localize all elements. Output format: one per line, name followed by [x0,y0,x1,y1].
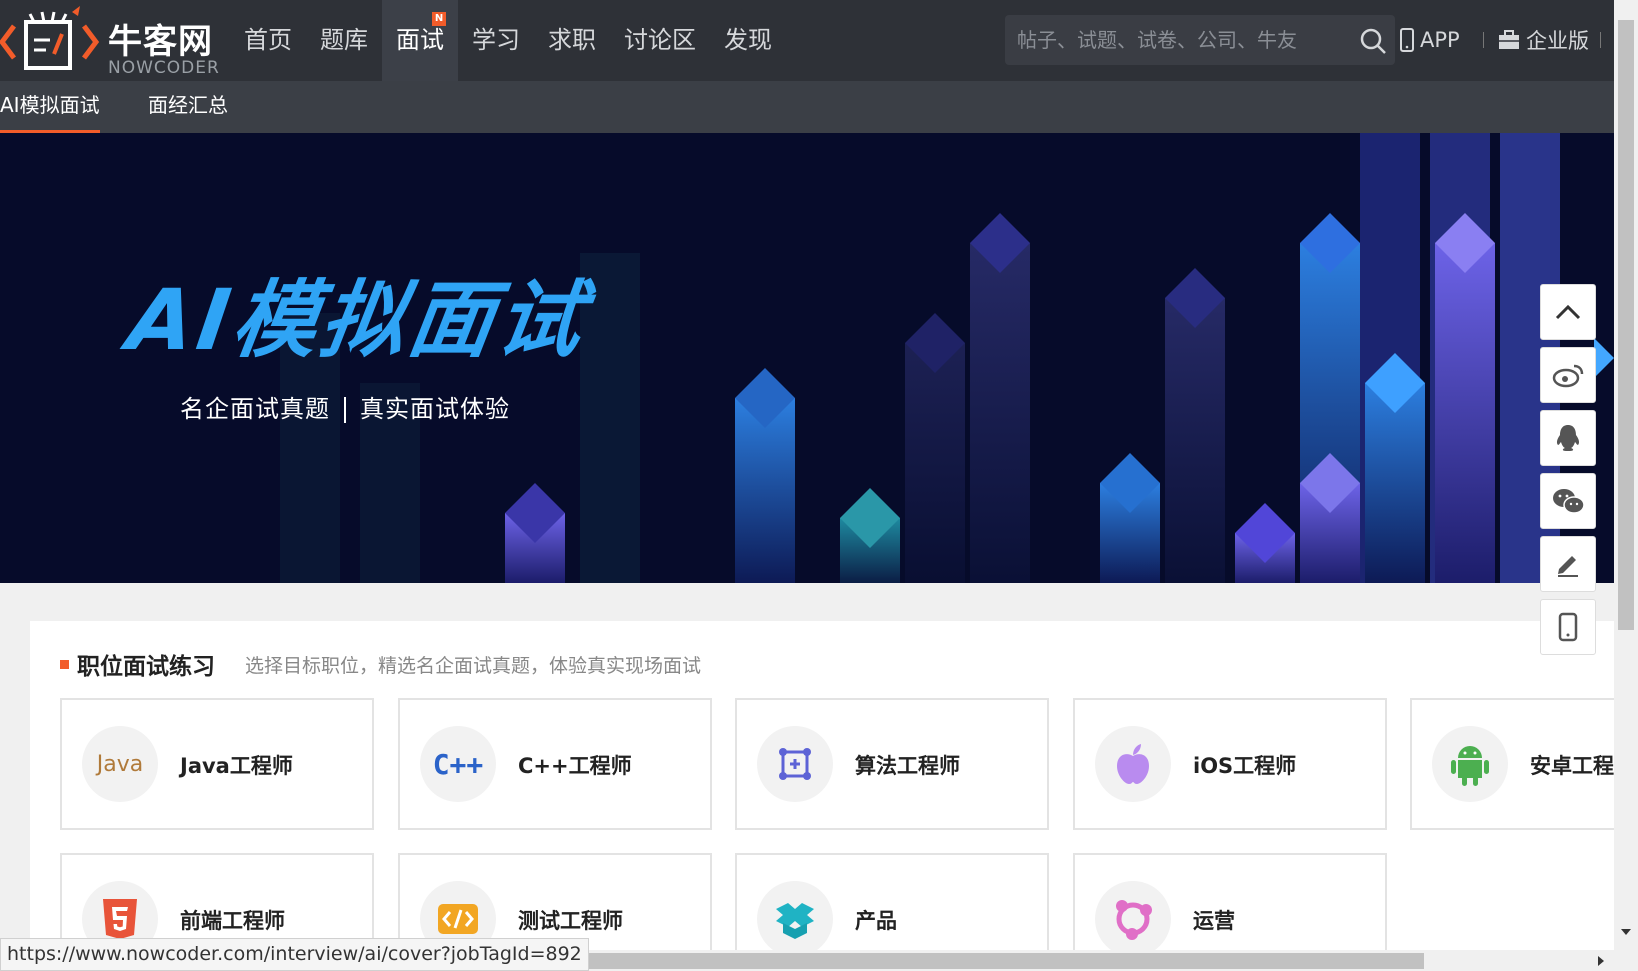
scroll-right-arrow-icon[interactable] [1594,953,1608,969]
section-header: 职位面试练习 选择目标职位，精选名企面试真题，体验真实现场面试 [60,647,701,681]
tab-ai-interview[interactable]: AI模拟面试 [0,81,100,133]
chevron-up-icon [1555,304,1581,320]
main-nav: 首页 题库 面试 N 学习 求职 讨论区 发现 [230,0,786,81]
wechat-icon [1553,489,1585,514]
banner-subtitle: 名企面试真题 真实面试体验 [180,389,510,424]
enterprise-label: 企业版 [1526,29,1589,53]
java-icon-text: Java [96,751,144,777]
mobile-icon [1558,612,1578,642]
job-label: iOS工程师 [1193,754,1297,778]
nav-interview-label: 面试 [396,26,444,54]
search-input[interactable] [1017,25,1337,55]
new-badge: N [432,12,446,26]
algorithm-icon [757,726,833,802]
qq-share-button[interactable] [1540,410,1596,466]
divider [1483,32,1484,48]
job-label: 前端工程师 [180,909,285,933]
enterprise-link[interactable]: 企业版 [1498,22,1589,58]
feedback-button[interactable] [1540,536,1596,592]
vertical-scroll-thumb[interactable] [1618,20,1634,630]
box-icon [757,881,833,957]
content-area: 职位面试练习 选择目标职位，精选名企面试真题，体验真实现场面试 Java Jav… [0,583,1630,971]
android-icon [1432,726,1508,802]
back-to-top-button[interactable] [1540,284,1596,340]
apple-icon [1095,726,1171,802]
nav-discussion[interactable]: 讨论区 [610,0,710,81]
sub-navbar: AI模拟面试 面经汇总 [0,81,1614,133]
job-label: 测试工程师 [518,909,623,933]
hero-banner: AI模拟面试 名企面试真题 真实面试体验 [0,133,1614,583]
banner-sub-right: 真实面试体验 [360,395,510,423]
app-link[interactable]: APP [1400,22,1460,58]
job-card-algorithm[interactable]: 算法工程师 [735,698,1049,830]
divider [344,397,346,423]
page: 牛客网 NOWCODER 首页 题库 面试 N 学习 求职 讨论区 发现 帖子、… [0,0,1638,971]
briefcase-icon [1499,30,1519,49]
job-card-java[interactable]: Java Java工程师 [60,698,374,830]
java-icon: Java [82,726,158,802]
cpp-icon: C++ [420,726,496,802]
logo-icon [0,6,100,70]
section-marker [60,659,69,669]
cycle-icon [1095,881,1171,957]
weibo-share-button[interactable] [1540,347,1596,403]
horizontal-scroll-thumb[interactable] [540,953,1424,969]
nav-interview[interactable]: 面试 N [382,0,458,81]
logo-subtext: NOWCODER [108,58,220,78]
weibo-icon [1552,364,1584,388]
nowcoder-logo[interactable]: 牛客网 NOWCODER [0,4,225,78]
cpp-icon-text: C++ [432,747,484,781]
logo-text: 牛客网 [108,22,213,62]
pencil-icon [1558,556,1578,577]
job-label: 产品 [855,909,897,933]
job-label: 算法工程师 [855,754,960,778]
scroll-down-arrow-icon[interactable] [1618,925,1634,939]
job-label: 安卓工程 [1530,754,1614,778]
qq-icon [1556,425,1580,451]
app-label: APP [1420,28,1460,52]
job-card-cpp[interactable]: C++ C++工程师 [398,698,712,830]
banner-title: AI模拟面试 [122,271,593,369]
divider [1600,32,1601,48]
section-desc: 选择目标职位，精选名企面试真题，体验真实现场面试 [245,654,702,677]
nav-question-bank[interactable]: 题库 [306,0,382,81]
job-card-ios[interactable]: iOS工程师 [1073,698,1387,830]
mobile-icon [1400,28,1414,52]
top-navbar: 牛客网 NOWCODER 首页 题库 面试 N 学习 求职 讨论区 发现 帖子、… [0,0,1614,81]
job-label: C++工程师 [518,754,632,778]
nav-jobs[interactable]: 求职 [534,0,610,81]
job-label: 运营 [1193,909,1235,933]
tab-interview-summary[interactable]: 面经汇总 [148,81,228,133]
job-card-android[interactable]: 安卓工程 [1410,698,1630,830]
wechat-share-button[interactable] [1540,473,1596,529]
mobile-app-button[interactable] [1540,599,1596,655]
job-label: Java工程师 [180,754,293,778]
status-bar-url: https://www.nowcoder.com/interview/ai/co… [0,938,589,971]
nav-discover[interactable]: 发现 [710,0,786,81]
search-icon[interactable] [1359,27,1387,55]
nav-learn[interactable]: 学习 [458,0,534,81]
section-title: 职位面试练习 [77,654,215,680]
banner-sub-left: 名企面试真题 [180,395,330,423]
nav-home[interactable]: 首页 [230,0,306,81]
search-box [1005,15,1395,65]
